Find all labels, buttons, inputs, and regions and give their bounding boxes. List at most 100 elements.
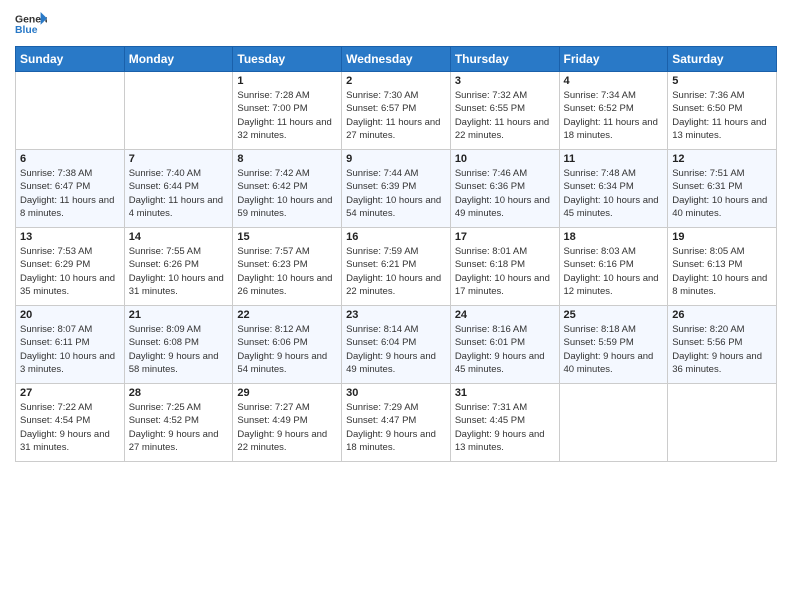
day-cell: 21 Sunrise: 8:09 AM Sunset: 6:08 PM Dayli… xyxy=(124,306,233,384)
day-info: Sunrise: 7:51 AM Sunset: 6:31 PM Dayligh… xyxy=(672,167,772,220)
logo-icon: General Blue xyxy=(15,10,47,38)
svg-text:Blue: Blue xyxy=(15,25,38,36)
day-number: 23 xyxy=(346,309,446,321)
day-number: 3 xyxy=(455,75,555,87)
day-number: 12 xyxy=(672,153,772,165)
day-number: 27 xyxy=(20,387,120,399)
day-cell: 17 Sunrise: 8:01 AM Sunset: 6:18 PM Dayli… xyxy=(450,228,559,306)
day-cell: 3 Sunrise: 7:32 AM Sunset: 6:55 PM Daylig… xyxy=(450,72,559,150)
day-cell: 8Sunrise: 7:42 AM Sunset: 6:42 PM Daylig… xyxy=(233,150,342,228)
day-cell: 20Sunrise: 8:07 AM Sunset: 6:11 PM Dayli… xyxy=(16,306,125,384)
day-info: Sunrise: 7:27 AM Sunset: 4:49 PM Dayligh… xyxy=(237,401,337,454)
day-info: Sunrise: 7:42 AM Sunset: 6:42 PM Dayligh… xyxy=(237,167,337,220)
week-row-4: 20Sunrise: 8:07 AM Sunset: 6:11 PM Dayli… xyxy=(16,306,777,384)
day-info: Sunrise: 8:09 AM Sunset: 6:08 PM Dayligh… xyxy=(129,323,229,376)
day-cell: 23 Sunrise: 8:14 AM Sunset: 6:04 PM Dayli… xyxy=(342,306,451,384)
day-number: 9 xyxy=(346,153,446,165)
day-info: Sunrise: 8:20 AM Sunset: 5:56 PM Dayligh… xyxy=(672,323,772,376)
day-cell: 6Sunrise: 7:38 AM Sunset: 6:47 PM Daylig… xyxy=(16,150,125,228)
day-cell: 22 Sunrise: 8:12 AM Sunset: 6:06 PM Dayli… xyxy=(233,306,342,384)
column-header-sunday: Sunday xyxy=(16,47,125,72)
day-info: Sunrise: 7:34 AM Sunset: 6:52 PM Dayligh… xyxy=(564,89,664,142)
day-number: 18 xyxy=(564,231,664,243)
day-number: 4 xyxy=(564,75,664,87)
day-info: Sunrise: 7:30 AM Sunset: 6:57 PM Dayligh… xyxy=(346,89,446,142)
day-cell: 29 Sunrise: 7:27 AM Sunset: 4:49 PM Dayli… xyxy=(233,384,342,462)
day-info: Sunrise: 7:48 AM Sunset: 6:34 PM Dayligh… xyxy=(564,167,664,220)
day-cell xyxy=(668,384,777,462)
calendar-table: SundayMondayTuesdayWednesdayThursdayFrid… xyxy=(15,46,777,462)
day-info: Sunrise: 7:59 AM Sunset: 6:21 PM Dayligh… xyxy=(346,245,446,298)
day-cell: 18 Sunrise: 8:03 AM Sunset: 6:16 PM Dayli… xyxy=(559,228,668,306)
day-cell xyxy=(559,384,668,462)
column-header-monday: Monday xyxy=(124,47,233,72)
day-info: Sunrise: 7:53 AM Sunset: 6:29 PM Dayligh… xyxy=(20,245,120,298)
day-number: 26 xyxy=(672,309,772,321)
day-info: Sunrise: 7:31 AM Sunset: 4:45 PM Dayligh… xyxy=(455,401,555,454)
column-header-wednesday: Wednesday xyxy=(342,47,451,72)
day-cell: 7 Sunrise: 7:40 AM Sunset: 6:44 PM Daylig… xyxy=(124,150,233,228)
day-info: Sunrise: 8:05 AM Sunset: 6:13 PM Dayligh… xyxy=(672,245,772,298)
day-number: 16 xyxy=(346,231,446,243)
logo: General Blue xyxy=(15,10,47,38)
day-info: Sunrise: 7:44 AM Sunset: 6:39 PM Dayligh… xyxy=(346,167,446,220)
header: General Blue xyxy=(15,10,777,38)
day-cell: 15Sunrise: 7:57 AM Sunset: 6:23 PM Dayli… xyxy=(233,228,342,306)
day-cell: 31 Sunrise: 7:31 AM Sunset: 4:45 PM Dayli… xyxy=(450,384,559,462)
day-number: 30 xyxy=(346,387,446,399)
day-cell: 16 Sunrise: 7:59 AM Sunset: 6:21 PM Dayli… xyxy=(342,228,451,306)
column-header-thursday: Thursday xyxy=(450,47,559,72)
day-info: Sunrise: 8:03 AM Sunset: 6:16 PM Dayligh… xyxy=(564,245,664,298)
day-cell: 5 Sunrise: 7:36 AM Sunset: 6:50 PM Daylig… xyxy=(668,72,777,150)
day-info: Sunrise: 8:07 AM Sunset: 6:11 PM Dayligh… xyxy=(20,323,120,376)
week-row-1: 1 Sunrise: 7:28 AM Sunset: 7:00 PM Daylig… xyxy=(16,72,777,150)
day-cell: 12 Sunrise: 7:51 AM Sunset: 6:31 PM Dayli… xyxy=(668,150,777,228)
day-info: Sunrise: 7:32 AM Sunset: 6:55 PM Dayligh… xyxy=(455,89,555,142)
day-number: 10 xyxy=(455,153,555,165)
day-cell: 30 Sunrise: 7:29 AM Sunset: 4:47 PM Dayli… xyxy=(342,384,451,462)
day-cell: 1 Sunrise: 7:28 AM Sunset: 7:00 PM Daylig… xyxy=(233,72,342,150)
day-number: 5 xyxy=(672,75,772,87)
day-cell: 2 Sunrise: 7:30 AM Sunset: 6:57 PM Daylig… xyxy=(342,72,451,150)
day-number: 11 xyxy=(564,153,664,165)
day-cell xyxy=(16,72,125,150)
day-number: 19 xyxy=(672,231,772,243)
day-info: Sunrise: 7:29 AM Sunset: 4:47 PM Dayligh… xyxy=(346,401,446,454)
day-cell: 13 Sunrise: 7:53 AM Sunset: 6:29 PM Dayli… xyxy=(16,228,125,306)
day-cell: 19 Sunrise: 8:05 AM Sunset: 6:13 PM Dayli… xyxy=(668,228,777,306)
day-number: 7 xyxy=(129,153,229,165)
day-number: 13 xyxy=(20,231,120,243)
day-cell: 26 Sunrise: 8:20 AM Sunset: 5:56 PM Dayli… xyxy=(668,306,777,384)
column-header-tuesday: Tuesday xyxy=(233,47,342,72)
day-number: 1 xyxy=(237,75,337,87)
day-info: Sunrise: 7:46 AM Sunset: 6:36 PM Dayligh… xyxy=(455,167,555,220)
day-info: Sunrise: 7:25 AM Sunset: 4:52 PM Dayligh… xyxy=(129,401,229,454)
day-cell: 14Sunrise: 7:55 AM Sunset: 6:26 PM Dayli… xyxy=(124,228,233,306)
day-number: 31 xyxy=(455,387,555,399)
day-cell: 24Sunrise: 8:16 AM Sunset: 6:01 PM Dayli… xyxy=(450,306,559,384)
week-row-2: 6Sunrise: 7:38 AM Sunset: 6:47 PM Daylig… xyxy=(16,150,777,228)
day-cell: 4 Sunrise: 7:34 AM Sunset: 6:52 PM Daylig… xyxy=(559,72,668,150)
day-info: Sunrise: 7:40 AM Sunset: 6:44 PM Dayligh… xyxy=(129,167,229,220)
day-info: Sunrise: 7:28 AM Sunset: 7:00 PM Dayligh… xyxy=(237,89,337,142)
day-number: 29 xyxy=(237,387,337,399)
day-info: Sunrise: 8:14 AM Sunset: 6:04 PM Dayligh… xyxy=(346,323,446,376)
day-number: 28 xyxy=(129,387,229,399)
day-info: Sunrise: 8:01 AM Sunset: 6:18 PM Dayligh… xyxy=(455,245,555,298)
day-number: 25 xyxy=(564,309,664,321)
day-number: 21 xyxy=(129,309,229,321)
day-number: 22 xyxy=(237,309,337,321)
column-header-saturday: Saturday xyxy=(668,47,777,72)
page: General Blue SundayMondayTuesdayWednesda… xyxy=(0,0,792,612)
day-info: Sunrise: 7:36 AM Sunset: 6:50 PM Dayligh… xyxy=(672,89,772,142)
day-number: 6 xyxy=(20,153,120,165)
day-cell: 27Sunrise: 7:22 AM Sunset: 4:54 PM Dayli… xyxy=(16,384,125,462)
day-cell: 11 Sunrise: 7:48 AM Sunset: 6:34 PM Dayli… xyxy=(559,150,668,228)
day-number: 2 xyxy=(346,75,446,87)
day-info: Sunrise: 8:12 AM Sunset: 6:06 PM Dayligh… xyxy=(237,323,337,376)
day-info: Sunrise: 8:18 AM Sunset: 5:59 PM Dayligh… xyxy=(564,323,664,376)
week-row-3: 13 Sunrise: 7:53 AM Sunset: 6:29 PM Dayli… xyxy=(16,228,777,306)
day-info: Sunrise: 7:55 AM Sunset: 6:26 PM Dayligh… xyxy=(129,245,229,298)
day-cell: 28 Sunrise: 7:25 AM Sunset: 4:52 PM Dayli… xyxy=(124,384,233,462)
day-number: 17 xyxy=(455,231,555,243)
